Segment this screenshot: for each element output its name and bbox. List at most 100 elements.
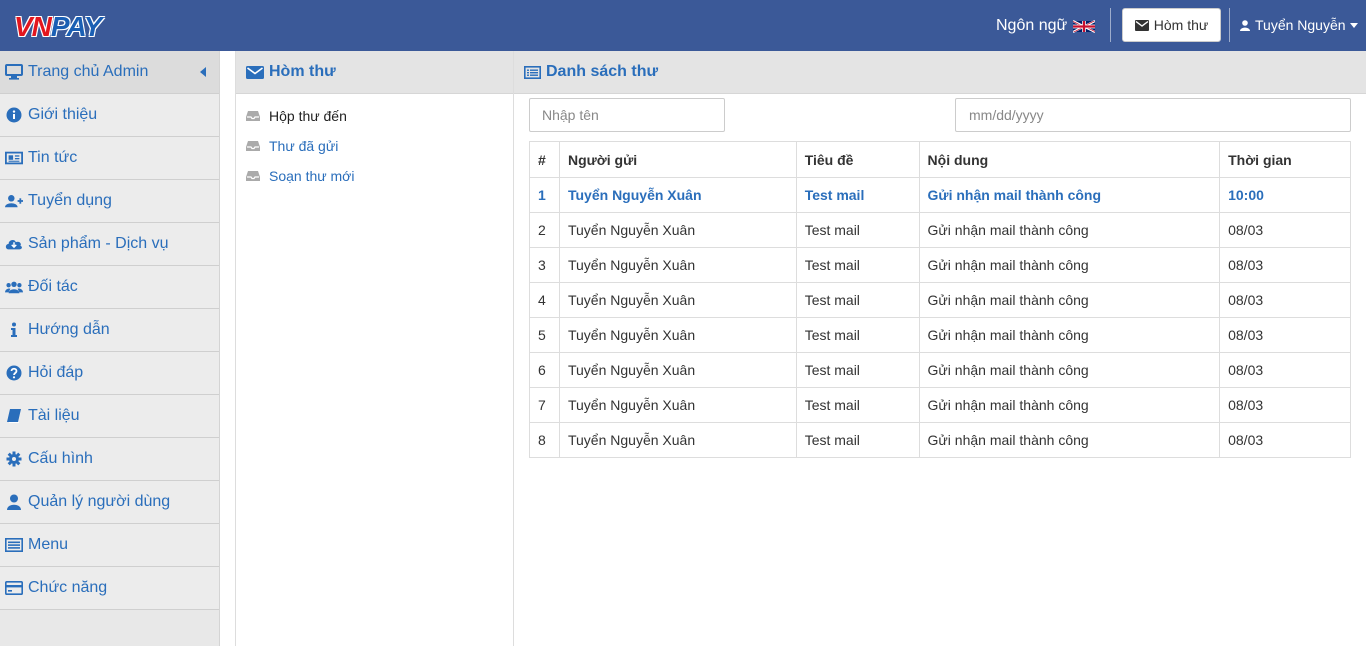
sidebar-item-documents[interactable]: Tài liệu [0,395,219,438]
cell-time: 10:00 [1219,177,1351,213]
column-header-content[interactable]: Nội dung [918,141,1221,178]
sidebar-item-label: Tin tức [28,149,78,166]
newspaper-icon [5,149,23,167]
sidebar-item-label: Menu [28,536,69,553]
mailbox-panel: Hòm thư Hộp thư đến Thư đã gửi Soạn thư … [235,51,514,646]
cell-subject: Test mail [795,247,920,283]
cell-content: Gửi nhận mail thành công [918,247,1221,283]
name-search-input[interactable] [529,98,725,132]
cell-time: 08/03 [1219,317,1351,353]
sidebar-item-label: Hỏi đáp [28,364,84,381]
cell-sender: Tuyển Nguyễn Xuân [558,177,797,213]
header-divider [1229,8,1230,42]
inbox-button-label: Hòm thư [1153,17,1209,33]
sidebar-item-user-management[interactable]: Quản lý người dùng [0,481,219,524]
language-selector[interactable]: Ngôn ngữ [996,14,1096,38]
envelope-icon [1134,19,1149,31]
user-icon [1240,19,1250,31]
cell-subject: Test mail [795,422,920,458]
logo-text-vn: VN [14,11,52,42]
sidebar-item-label: Đối tác [28,278,78,295]
credit-card-icon [5,579,23,597]
chevron-down-icon [1349,22,1358,28]
sidebar-item-news[interactable]: Tin tức [0,137,219,180]
sidebar-item-label: Chức năng [28,579,108,596]
monitor-icon [5,63,23,81]
cell-content: Gửi nhận mail thành công [918,352,1221,388]
cell-content: Gửi nhận mail thành công [918,317,1221,353]
cell-time: 08/03 [1219,387,1351,423]
mailbox-panel-title: Hòm thư [269,63,336,80]
sidebar-item-recruitment[interactable]: Tuyển dụng [0,180,219,223]
column-header-num[interactable]: # [529,141,560,178]
user-icon [5,493,23,511]
vnpay-logo[interactable]: VN PAY [14,11,102,42]
table-row[interactable]: 6 Tuyển Nguyễn Xuân Test mail Gửi nhận m… [529,352,1351,388]
cloud-download-icon [5,235,23,253]
top-navbar: VN PAY Ngôn ngữ Hòm thư Tuyển Nguyễn [0,0,1366,51]
column-header-time[interactable]: Thời gian [1219,141,1351,178]
sidebar-item-guide[interactable]: Hướng dẫn [0,309,219,352]
uk-flag-icon [1073,19,1096,33]
cell-content: Gửi nhận mail thành công [918,177,1221,213]
sidebar-item-label: Giới thiệu [28,106,98,123]
sidebar-item-partners[interactable]: Đối tác [0,266,219,309]
sidebar-item-menu[interactable]: Menu [0,524,219,567]
date-filter-input[interactable] [955,98,1351,132]
sidebar-item-functions[interactable]: Chức năng [0,567,219,610]
table-row[interactable]: 4 Tuyển Nguyễn Xuân Test mail Gửi nhận m… [529,282,1351,318]
list-alt-icon [524,65,541,79]
folder-label: Thư đã gửi [269,138,339,154]
sidebar-item-faq[interactable]: Hỏi đáp [0,352,219,395]
sidebar-item-label: Tài liệu [28,407,80,424]
table-row[interactable]: 7 Tuyển Nguyễn Xuân Test mail Gửi nhận m… [529,387,1351,423]
folder-compose[interactable]: Soạn thư mới [236,161,513,191]
table-row[interactable]: 8 Tuyển Nguyễn Xuân Test mail Gửi nhận m… [529,422,1351,458]
cell-content: Gửi nhận mail thành công [918,212,1221,248]
column-header-sender[interactable]: Người gửi [558,141,797,178]
cell-subject: Test mail [795,177,920,213]
cell-time: 08/03 [1219,212,1351,248]
cell-sender: Tuyển Nguyễn Xuân [558,422,797,458]
user-dropdown[interactable]: Tuyển Nguyễn [1240,14,1358,36]
inbox-button[interactable]: Hòm thư [1122,8,1221,42]
logo-text-pay: PAY [50,11,102,42]
language-label: Ngôn ngữ [996,17,1068,34]
table-row[interactable]: 1 Tuyển Nguyễn Xuân Test mail Gửi nhận m… [529,177,1351,213]
cell-sender: Tuyển Nguyễn Xuân [558,387,797,423]
cell-num: 8 [529,422,560,458]
folder-inbox[interactable]: Hộp thư đến [236,101,513,131]
cell-num: 6 [529,352,560,388]
mail-list-title: Danh sách thư [546,63,659,80]
header-divider [1110,8,1111,42]
mail-table: # Người gửi Tiêu đề Nội dung Thời gian 1… [529,141,1351,458]
sidebar-item-label: Hướng dẫn [28,321,110,338]
table-row[interactable]: 5 Tuyển Nguyễn Xuân Test mail Gửi nhận m… [529,317,1351,353]
folder-label: Soạn thư mới [269,168,355,184]
cell-subject: Test mail [795,317,920,353]
sidebar-item-label: Quản lý người dùng [28,493,171,510]
column-header-subject[interactable]: Tiêu đề [795,141,920,178]
cell-time: 08/03 [1219,422,1351,458]
cell-content: Gửi nhận mail thành công [918,282,1221,318]
sidebar-item-label: Sản phẩm - Dịch vụ [28,235,169,252]
sidebar-item-introduction[interactable]: Giới thiệu [0,94,219,137]
cell-content: Gửi nhận mail thành công [918,387,1221,423]
sidebar-item-label: Trang chủ Admin [28,63,149,80]
sidebar-item-settings[interactable]: Cấu hình [0,438,219,481]
table-row[interactable]: 3 Tuyển Nguyễn Xuân Test mail Gửi nhận m… [529,247,1351,283]
sidebar-item-label: Tuyển dụng [28,192,112,209]
cell-sender: Tuyển Nguyễn Xuân [558,317,797,353]
cell-sender: Tuyển Nguyễn Xuân [558,247,797,283]
envelope-icon [246,65,264,79]
table-row[interactable]: 2 Tuyển Nguyễn Xuân Test mail Gửi nhận m… [529,212,1351,248]
sidebar-item-admin-home[interactable]: Trang chủ Admin [0,51,219,94]
collapse-sidebar-icon[interactable] [200,67,206,77]
cell-sender: Tuyển Nguyễn Xuân [558,212,797,248]
folder-label: Hộp thư đến [269,108,347,124]
cell-num: 4 [529,282,560,318]
sidebar-item-products-services[interactable]: Sản phẩm - Dịch vụ [0,223,219,266]
book-icon [5,407,23,425]
cell-num: 1 [529,177,560,213]
folder-sent[interactable]: Thư đã gửi [236,131,513,161]
